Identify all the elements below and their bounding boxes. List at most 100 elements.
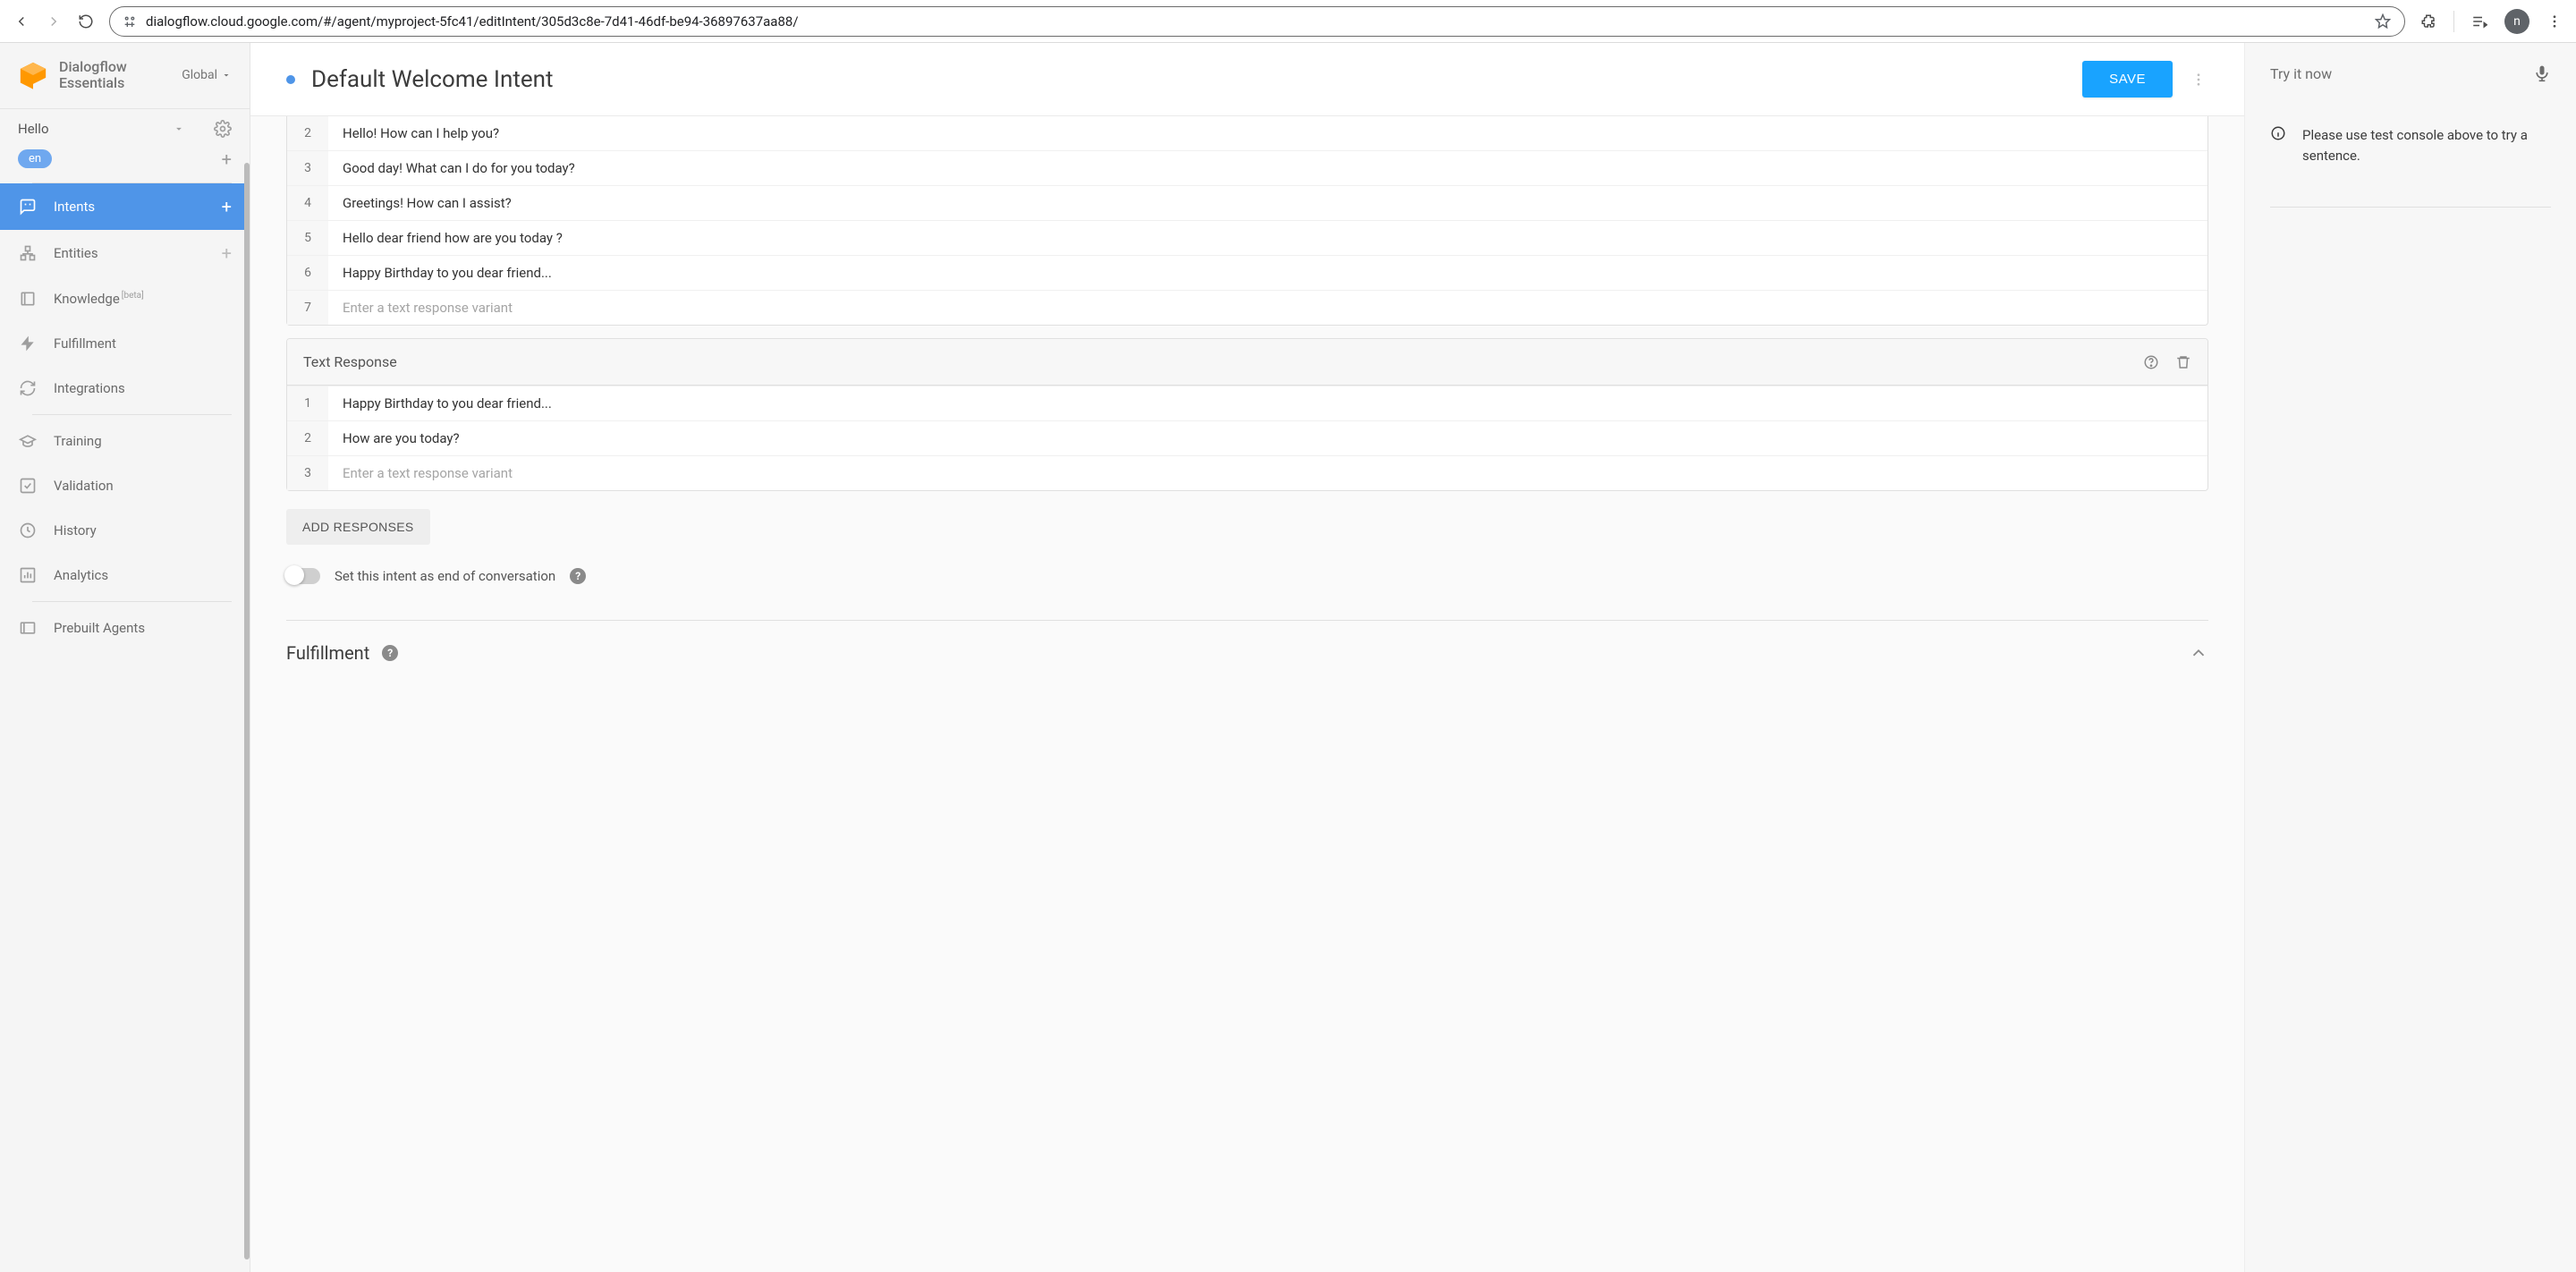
sidebar-item-knowledge[interactable]: Knowledge[beta] [0,276,250,321]
playlist-icon[interactable] [2470,13,2488,30]
row-number: 2 [287,421,328,455]
trash-icon[interactable] [2175,354,2191,370]
info-icon [2270,125,2286,141]
microphone-icon[interactable] [2533,63,2551,84]
response-input[interactable]: Enter a text response variant [328,456,2207,490]
divider [2453,11,2454,32]
response-input[interactable]: Enter a text response variant [328,291,2207,325]
row-number: 3 [287,151,328,185]
row-number: 3 [287,456,328,490]
sidebar-item-label: History [54,522,97,538]
sidebar-item-validation[interactable]: Validation [0,463,250,508]
profile-avatar[interactable]: n [2504,9,2529,34]
add-language-button[interactable]: + [222,148,232,170]
sidebar-item-intents[interactable]: Intents + [0,183,250,230]
main-content: Default Welcome Intent SAVE 2 Hello! How… [250,43,2245,1272]
response-row[interactable]: 5 Hello dear friend how are you today ? [287,220,2207,255]
sidebar-item-history[interactable]: History [0,508,250,553]
response-text[interactable]: Hello dear friend how are you today ? [328,221,2207,255]
sidebar-item-analytics[interactable]: Analytics [0,553,250,598]
url-text: dialogflow.cloud.google.com/#/agent/mypr… [146,13,799,30]
response-text[interactable]: Greetings! How can I assist? [328,186,2207,220]
agent-selector[interactable]: Hello [0,109,250,143]
browser-right-controls: n [2419,9,2563,34]
response-text[interactable]: Hello! How can I help you? [328,116,2207,150]
response-row[interactable]: 3 Good day! What can I do for you today? [287,150,2207,185]
bolt-icon [18,334,38,353]
end-of-conversation-toggle[interactable] [286,568,320,584]
add-responses-button[interactable]: ADD RESPONSES [286,509,430,545]
language-chip[interactable]: en [18,149,52,168]
extensions-icon[interactable] [2419,13,2437,30]
sidebar-item-label: Training [54,433,102,449]
chevron-up-icon[interactable] [2189,643,2208,663]
sidebar-item-prebuilt-agents[interactable]: Prebuilt Agents [0,606,250,650]
graduation-icon [18,431,38,451]
region-selector[interactable]: Global [182,68,232,82]
response-block-title: Text Response [303,353,397,370]
add-entity-icon[interactable]: + [222,242,232,264]
address-bar[interactable]: dialogflow.cloud.google.com/#/agent/mypr… [109,6,2405,37]
star-icon[interactable] [2374,13,2392,30]
try-header: Try it now [2245,43,2576,104]
sidebar-item-label: Integrations [54,380,125,396]
sidebar-item-label: Validation [54,478,114,494]
reload-icon[interactable] [77,13,95,30]
save-button[interactable]: SAVE [2082,61,2173,98]
book-icon [18,289,38,309]
back-icon[interactable] [13,13,30,30]
site-info-icon[interactable] [123,14,137,29]
sidebar-item-integrations[interactable]: Integrations [0,366,250,411]
response-text[interactable]: How are you today? [328,421,2207,455]
divider [32,601,232,602]
response-row[interactable]: 2 Hello! How can I help you? [287,116,2207,150]
brand-name: Dialogflow Essentials [59,59,127,92]
response-text[interactable]: Happy Birthday to you dear friend... [328,386,2207,420]
sidebar-item-training[interactable]: Training [0,419,250,463]
response-row[interactable]: 6 Happy Birthday to you dear friend... [287,255,2207,290]
response-row-new[interactable]: 7 Enter a text response variant [287,290,2207,325]
text-response-block-1: 2 Hello! How can I help you? 3 Good day!… [286,116,2208,326]
help-icon[interactable]: ? [570,568,586,584]
try-title[interactable]: Try it now [2270,65,2521,82]
row-number: 2 [287,116,328,150]
help-icon[interactable]: ? [382,645,398,661]
dialogflow-logo-icon [18,60,48,90]
response-row-new[interactable]: 3 Enter a text response variant [287,455,2207,490]
response-block-header: Text Response [287,339,2207,386]
clock-icon [18,521,38,540]
bar-chart-icon [18,565,38,585]
forward-icon[interactable] [45,13,63,30]
sidebar-item-label: Intents [54,199,95,215]
row-number: 4 [287,186,328,220]
section-title: Fulfillment [286,642,369,664]
row-number: 5 [287,221,328,255]
response-row[interactable]: 4 Greetings! How can I assist? [287,185,2207,220]
intent-title[interactable]: Default Welcome Intent [311,66,2066,93]
response-text[interactable]: Good day! What can I do for you today? [328,151,2207,185]
caret-down-icon [221,70,232,81]
sidebar-item-fulfillment[interactable]: Fulfillment [0,321,250,366]
sidebar-scrollbar[interactable] [244,163,250,1259]
response-row[interactable]: 1 Happy Birthday to you dear friend... [287,386,2207,420]
more-icon[interactable] [2189,72,2208,88]
divider [286,620,2208,621]
end-of-conversation-label: Set this intent as end of conversation [335,568,555,584]
sidebar-item-entities[interactable]: Entities + [0,230,250,276]
sidebar: Dialogflow Essentials Global Hello en + [0,43,250,1272]
response-row[interactable]: 2 How are you today? [287,420,2207,455]
row-number: 7 [287,291,328,325]
unsaved-dot-icon [286,75,295,84]
browser-toolbar: dialogflow.cloud.google.com/#/agent/mypr… [0,0,2576,43]
response-text[interactable]: Happy Birthday to you dear friend... [328,256,2207,290]
sidebar-item-label: Prebuilt Agents [54,620,145,636]
fulfillment-section-header[interactable]: Fulfillment ? [286,642,2208,673]
gear-icon[interactable] [214,120,232,138]
check-square-icon [18,476,38,496]
sidebar-item-label: Entities [54,245,98,261]
add-intent-icon[interactable]: + [222,196,232,217]
more-icon[interactable] [2546,13,2563,30]
content-header: Default Welcome Intent SAVE [250,43,2244,116]
divider [32,414,232,415]
help-icon[interactable] [2143,354,2159,370]
